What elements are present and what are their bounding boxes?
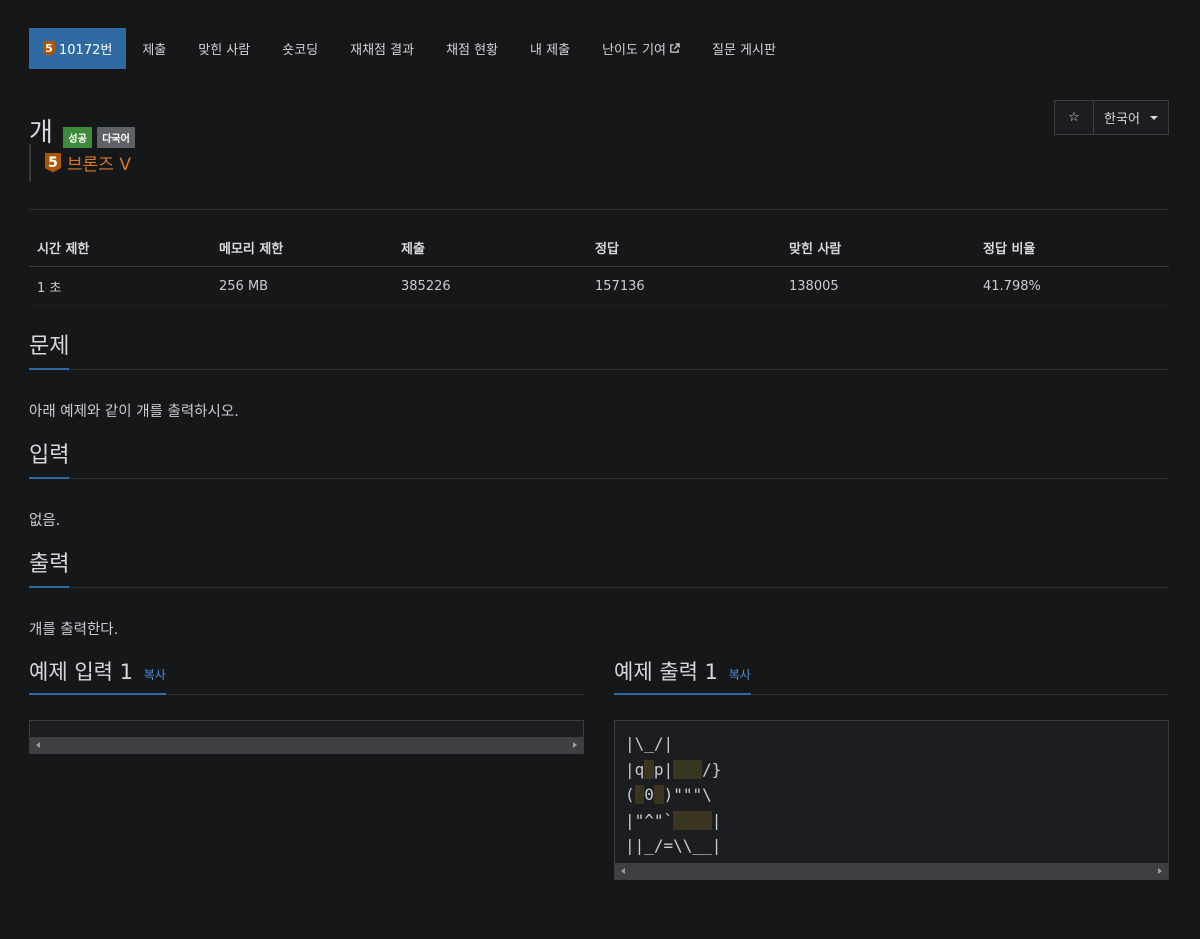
- sample-output: 예제 출력 1 복사 |\_/| |q p| /} ( 0 )"""\ |"^"` |…: [614, 657, 1169, 880]
- scroll-right-icon[interactable]: [1158, 867, 1162, 874]
- status-badge-success: 성공: [63, 127, 92, 148]
- samples: 예제 입력 1 복사 예제 출력 1 복사 |\_/| |q p| /} (0…: [29, 657, 1169, 880]
- output-header: 출력: [29, 550, 1169, 588]
- sample-input: 예제 입력 1 복사: [29, 657, 584, 880]
- copy-output-button[interactable]: 복사: [729, 668, 751, 682]
- status-badge-multilang: 다국어: [97, 127, 135, 148]
- sample-input-header: 예제 입력 1 복사: [29, 657, 584, 695]
- description-title: 문제: [29, 332, 70, 370]
- title-actions: ☆ 한국어: [1054, 100, 1169, 135]
- caret-down-icon: [1149, 115, 1158, 120]
- sample-input-heading: 예제 입력 1 복사: [29, 657, 166, 695]
- sample-input-title: 예제 입력 1: [29, 660, 133, 684]
- divider: [29, 209, 1169, 210]
- nav-difficulty-label: 난이도 기여: [602, 43, 666, 58]
- problem-title: 개: [29, 118, 53, 148]
- cell-time-limit: 1 초: [29, 266, 211, 306]
- table-row: 1 초 256 MB 385226 157136 138005 41.798%: [29, 266, 1169, 306]
- sample-output-title: 예제 출력 1: [614, 660, 718, 684]
- copy-input-button[interactable]: 복사: [144, 668, 166, 682]
- cell-solved-users: 138005: [781, 266, 975, 306]
- description-header: 문제: [29, 332, 1169, 370]
- output-line: |q p| /}: [625, 759, 722, 779]
- sample-output-text: |\_/| |q p| /} ( 0 )"""\ |"^"` | ||_/=\\__|: [615, 721, 1168, 863]
- tier-info: 5 브론즈 V: [29, 144, 1169, 181]
- bronze-tier-icon: 5: [45, 152, 61, 173]
- nav-rejudge[interactable]: 재채점 결과: [334, 28, 430, 69]
- problem-info-table: 시간 제한 메모리 제한 제출 정답 맞힌 사람 정답 비율 1 초 256 M…: [29, 230, 1169, 306]
- bronze-tier-icon: 5: [43, 41, 55, 56]
- favorite-button[interactable]: ☆: [1054, 100, 1094, 135]
- sample-input-box[interactable]: [29, 720, 584, 754]
- sample-output-heading: 예제 출력 1 복사: [614, 657, 751, 695]
- scroll-right-icon[interactable]: [573, 742, 577, 748]
- nav-question-board[interactable]: 질문 게시판: [696, 28, 792, 69]
- output-line: ( 0 )"""\: [625, 785, 712, 804]
- header-memory-limit: 메모리 제한: [211, 230, 393, 267]
- title-row: 개 성공 다국어 ☆ 한국어: [29, 100, 1169, 148]
- header-submissions: 제출: [393, 230, 587, 267]
- output-line: |"^"` |: [625, 810, 722, 830]
- sample-output-header: 예제 출력 1 복사: [614, 657, 1169, 695]
- input-body: 없음.: [29, 513, 61, 529]
- problem-nav: 5 10172번 제출 맞힌 사람 숏코딩 재채점 결과 채점 현황 내 제출 …: [29, 28, 1169, 69]
- output-title: 출력: [29, 550, 70, 588]
- description-body: 아래 예제와 같이 개를 출력하시오.: [29, 404, 239, 420]
- output-line: ||_/=\\__|: [625, 836, 722, 855]
- nav-difficulty-contribution[interactable]: 난이도 기여: [586, 28, 696, 69]
- scroll-left-icon[interactable]: [36, 742, 40, 748]
- cell-memory-limit: 256 MB: [211, 266, 393, 306]
- table-header-row: 시간 제한 메모리 제한 제출 정답 맞힌 사람 정답 비율: [29, 230, 1169, 267]
- scroll-left-icon[interactable]: [621, 867, 625, 874]
- sample-output-box[interactable]: |\_/| |q p| /} ( 0 )"""\ |"^"` | ||_/=\\__|: [614, 720, 1169, 880]
- nav-problem-id-label: 10172번: [59, 43, 113, 58]
- nav-solved-users[interactable]: 맞힌 사람: [182, 28, 266, 69]
- input-title: 입력: [29, 441, 70, 479]
- cell-submissions: 385226: [393, 266, 587, 306]
- header-accept-ratio: 정답 비율: [975, 230, 1169, 267]
- sample-input-text: [30, 721, 583, 737]
- language-label: 한국어: [1104, 112, 1140, 127]
- input-header: 입력: [29, 441, 1169, 479]
- output-body: 개를 출력한다.: [29, 622, 119, 638]
- output-line: |\_/|: [625, 734, 674, 753]
- problem-page: 5 10172번 제출 맞힌 사람 숏코딩 재채점 결과 채점 현황 내 제출 …: [29, 28, 1169, 880]
- external-link-icon: [670, 43, 680, 53]
- nav-submit[interactable]: 제출: [126, 28, 182, 69]
- horizontal-scrollbar[interactable]: [30, 737, 583, 753]
- star-icon: ☆: [1068, 110, 1080, 125]
- nav-status[interactable]: 채점 현황: [430, 28, 514, 69]
- nav-my-submissions[interactable]: 내 제출: [514, 28, 586, 69]
- nav-problem-id[interactable]: 5 10172번: [29, 28, 127, 69]
- cell-accept-ratio: 41.798%: [975, 266, 1169, 306]
- tier-name[interactable]: 브론즈 V: [67, 150, 131, 175]
- cell-accepted: 157136: [587, 266, 781, 306]
- nav-short-coding[interactable]: 숏코딩: [266, 28, 334, 69]
- header-accepted: 정답: [587, 230, 781, 267]
- header-time-limit: 시간 제한: [29, 230, 211, 267]
- header-solved-users: 맞힌 사람: [781, 230, 975, 267]
- horizontal-scrollbar[interactable]: [615, 862, 1168, 879]
- language-dropdown[interactable]: 한국어: [1094, 100, 1169, 135]
